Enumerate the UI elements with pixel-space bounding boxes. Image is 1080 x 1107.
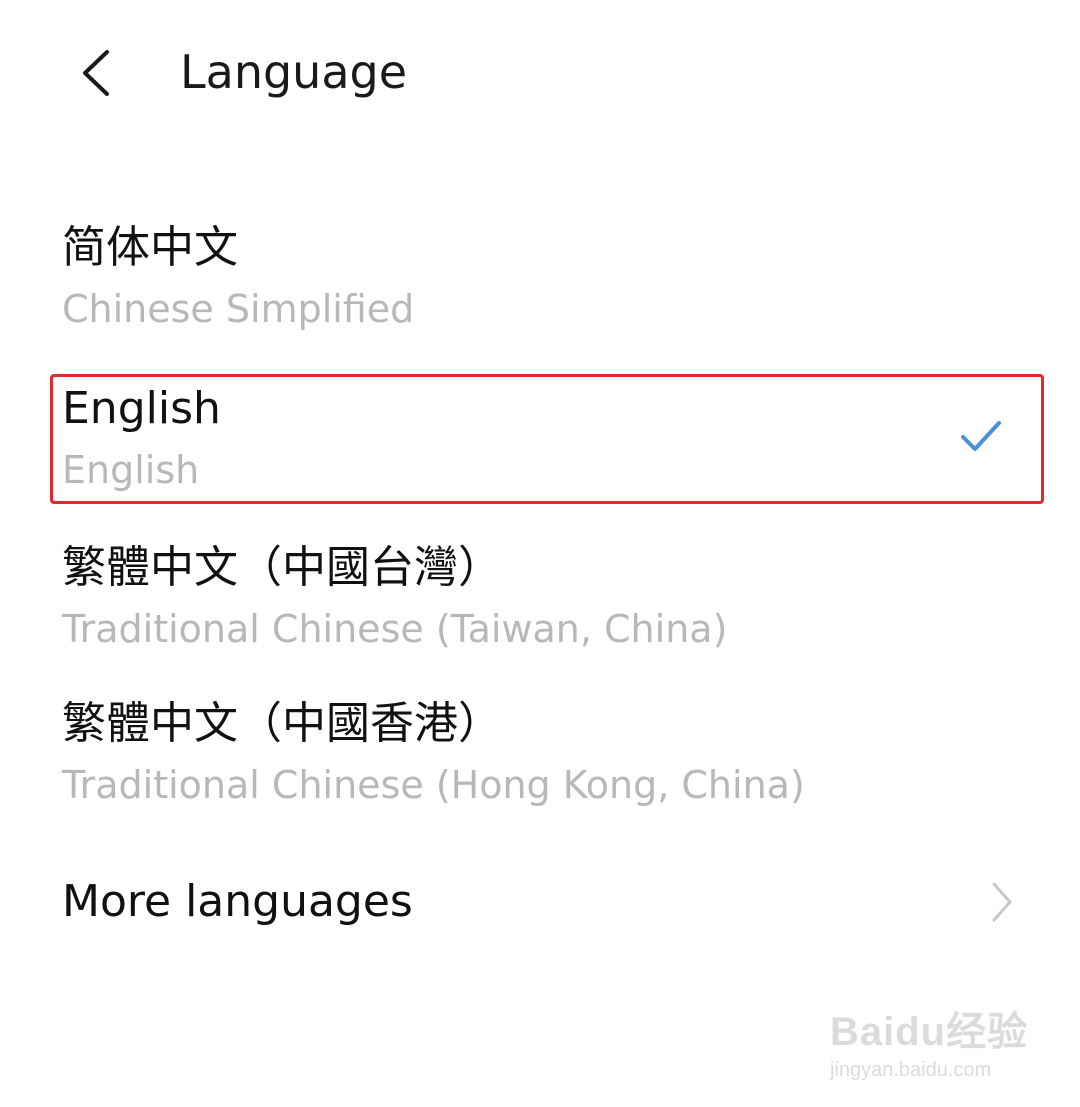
- language-name: English: [62, 383, 221, 434]
- language-option-chinese-simplified[interactable]: 简体中文 Chinese Simplified: [50, 210, 1044, 340]
- baidu-watermark: Baidu经验 jingyan.baidu.com: [826, 990, 1036, 1090]
- language-subtitle: Chinese Simplified: [62, 287, 415, 331]
- language-subtitle: English: [62, 448, 200, 492]
- watermark-url: jingyan.baidu.com: [830, 1059, 992, 1081]
- language-subtitle: Traditional Chinese (Hong Kong, China): [62, 763, 805, 807]
- language-option-traditional-hongkong[interactable]: 繁體中文（中國香港） Traditional Chinese (Hong Kon…: [50, 686, 1044, 816]
- language-name: 繁體中文（中國台灣）: [62, 542, 502, 593]
- page-title: Language: [180, 45, 408, 99]
- language-option-english[interactable]: English English: [50, 374, 1044, 504]
- more-languages-row[interactable]: More languages: [50, 860, 1044, 944]
- chevron-left-icon: [83, 50, 109, 96]
- header: Language: [0, 0, 1080, 150]
- more-languages-label: More languages: [62, 876, 413, 927]
- checkmark-icon: [961, 421, 1001, 451]
- language-name: 简体中文: [62, 222, 238, 273]
- language-name: 繁體中文（中國香港）: [62, 698, 502, 749]
- back-button[interactable]: [62, 38, 132, 108]
- language-subtitle: Traditional Chinese (Taiwan, China): [62, 607, 728, 651]
- language-option-traditional-taiwan[interactable]: 繁體中文（中國台灣） Traditional Chinese (Taiwan, …: [50, 530, 1044, 660]
- chevron-right-icon: [992, 882, 1012, 922]
- watermark-brand: Baidu经验: [830, 1010, 1029, 1054]
